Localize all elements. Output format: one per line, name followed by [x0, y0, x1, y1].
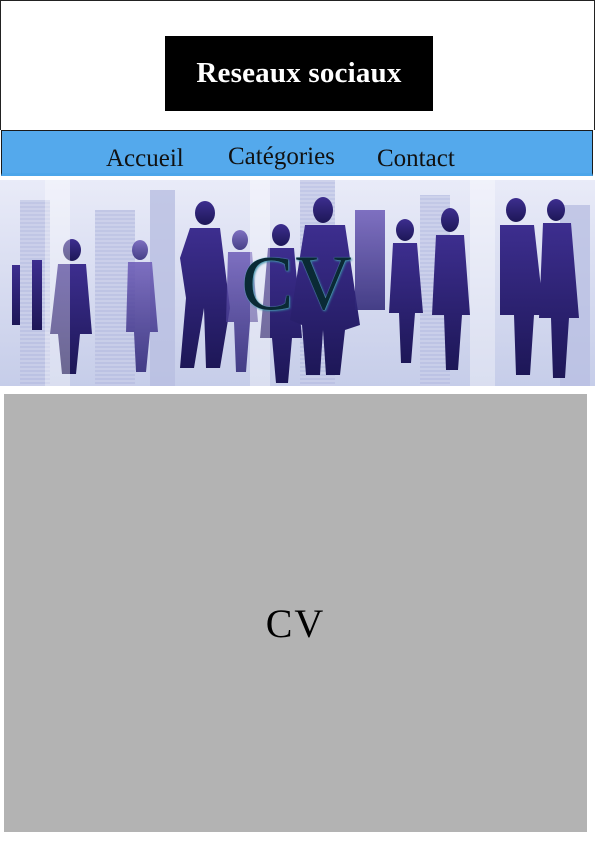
- hero-banner: CV: [0, 180, 595, 386]
- nav-item-accueil[interactable]: Accueil: [106, 145, 184, 173]
- site-logo-text: Reseaux sociaux: [196, 57, 402, 89]
- main-content: CV: [4, 394, 587, 832]
- nav-item-categories[interactable]: Catégories: [228, 143, 335, 171]
- banner-title: CV: [241, 239, 354, 326]
- page: Reseaux sociaux Accueil Catégories Conta…: [0, 0, 595, 842]
- nav-item-contact[interactable]: Contact: [377, 145, 455, 173]
- top-border: [0, 0, 595, 1]
- site-logo[interactable]: Reseaux sociaux: [165, 36, 433, 111]
- header-left-border: [0, 0, 1, 130]
- main-nav: Accueil Catégories Contact: [1, 130, 593, 176]
- page-title: CV: [265, 601, 326, 646]
